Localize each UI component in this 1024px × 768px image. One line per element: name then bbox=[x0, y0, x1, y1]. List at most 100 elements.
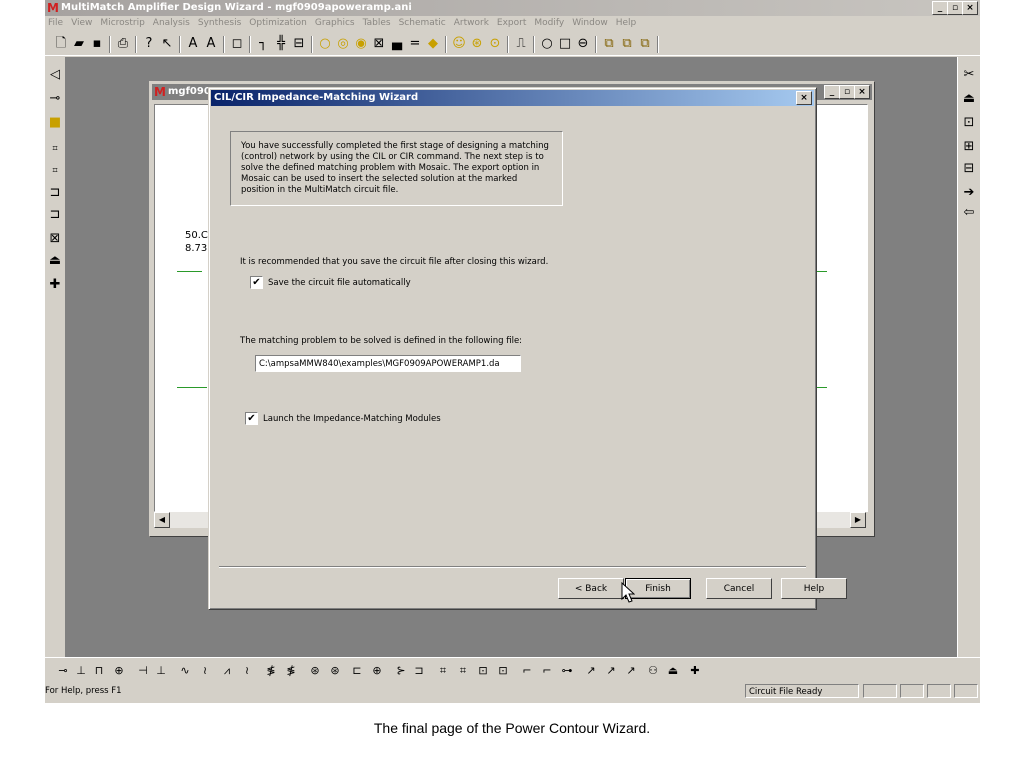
arrow-left-icon[interactable]: ⇦ bbox=[961, 205, 977, 221]
menu-help[interactable]: Help bbox=[613, 16, 642, 28]
minus-square-icon[interactable]: ⊟ bbox=[961, 161, 977, 177]
menu-view[interactable]: View bbox=[68, 16, 97, 28]
ground-icon[interactable]: ⌐ bbox=[519, 663, 535, 679]
square-icon[interactable]: □ bbox=[557, 36, 573, 52]
scissors-icon[interactable]: ✂ bbox=[961, 67, 977, 83]
cross-icon[interactable]: ✚ bbox=[47, 277, 63, 293]
coupler-icon[interactable]: ⊛ bbox=[307, 663, 323, 679]
menu-schematic[interactable]: Schematic bbox=[396, 16, 451, 28]
switch-icon[interactable]: ⊶ bbox=[559, 663, 575, 679]
dot-circle-icon[interactable]: ⊙ bbox=[487, 36, 503, 52]
diagonal-icon[interactable]: ↗ bbox=[583, 663, 599, 679]
x-box-icon[interactable]: ⊠ bbox=[371, 36, 387, 52]
inductor-series-icon[interactable]: ∿ bbox=[177, 663, 193, 679]
yellow-square-icon[interactable]: ■ bbox=[47, 115, 63, 131]
context-help-icon[interactable]: ↖ bbox=[159, 36, 175, 52]
element4-icon[interactable]: ⊐ bbox=[47, 207, 63, 223]
app-title-bar[interactable]: M MultiMatch Amplifier Design Wizard - m… bbox=[45, 0, 980, 16]
x-element-icon[interactable]: ⊠ bbox=[47, 231, 63, 247]
network3-icon[interactable]: ⊡ bbox=[475, 663, 491, 679]
menu-synthesis[interactable]: Synthesis bbox=[195, 16, 246, 28]
scroll-right-button[interactable]: ▶ bbox=[850, 512, 866, 528]
minimize-button[interactable]: _ bbox=[932, 1, 948, 15]
cross-element-icon[interactable]: ✚ bbox=[687, 663, 703, 679]
child-maximize-button[interactable]: ▫ bbox=[839, 85, 855, 99]
diagonal2-icon[interactable]: ↗ bbox=[603, 663, 619, 679]
maximize-button[interactable]: ▫ bbox=[947, 1, 963, 15]
menu-window[interactable]: Window bbox=[569, 16, 613, 28]
arrow-right-icon[interactable]: ➔ bbox=[961, 185, 977, 201]
child-minimize-button[interactable]: _ bbox=[824, 85, 840, 99]
save-icon[interactable]: ▪ bbox=[89, 36, 105, 52]
equal-icon[interactable]: = bbox=[407, 36, 423, 52]
bar-icon[interactable]: ▄ bbox=[389, 36, 405, 52]
plus-square-icon[interactable]: ⊞ bbox=[961, 139, 977, 155]
launch-modules-checkbox[interactable]: ✔ bbox=[245, 412, 258, 425]
network4-icon[interactable]: ⊡ bbox=[495, 663, 511, 679]
transistor2-icon[interactable]: ⊐ bbox=[411, 663, 427, 679]
line-element-icon[interactable]: ⊸ bbox=[55, 663, 71, 679]
menu-modify[interactable]: Modify bbox=[531, 16, 569, 28]
network2-icon[interactable]: ⌗ bbox=[455, 663, 471, 679]
menu-export[interactable]: Export bbox=[494, 16, 531, 28]
help-button[interactable]: Help bbox=[781, 578, 847, 599]
child-close-button[interactable]: × bbox=[854, 85, 870, 99]
two-port-icon[interactable]: ⊏ bbox=[349, 663, 365, 679]
capacitor-series-icon[interactable]: ⊣ bbox=[135, 663, 151, 679]
capacitor-shunt-icon[interactable]: ⊥ bbox=[153, 663, 169, 679]
ring-icon[interactable]: ○ bbox=[539, 36, 555, 52]
menu-tables[interactable]: Tables bbox=[360, 16, 396, 28]
network-icon[interactable]: ⌗ bbox=[435, 663, 451, 679]
cir-icon[interactable]: ⌗ bbox=[47, 163, 63, 179]
open-element-icon[interactable]: ⊕ bbox=[111, 663, 127, 679]
transformer-icon[interactable]: ≸ bbox=[263, 663, 279, 679]
back-button[interactable]: < Back bbox=[558, 578, 624, 599]
circle2-icon[interactable]: ◎ bbox=[335, 36, 351, 52]
close-button[interactable]: × bbox=[962, 1, 978, 15]
transformer2-icon[interactable]: ≸ bbox=[283, 663, 299, 679]
menu-microstrip[interactable]: Microstrip bbox=[97, 16, 149, 28]
inductor-shunt-icon[interactable]: ≀ bbox=[197, 663, 213, 679]
menu-artwork[interactable]: Artwork bbox=[451, 16, 494, 28]
stub-element-icon[interactable]: ⊓ bbox=[91, 663, 107, 679]
diagonal3-icon[interactable]: ↗ bbox=[623, 663, 639, 679]
help-icon[interactable]: ? bbox=[141, 36, 157, 52]
probe-icon[interactable]: ⚇ bbox=[645, 663, 661, 679]
dome-icon[interactable]: ⏏ bbox=[47, 253, 63, 269]
new-file-icon[interactable]: 🗋 bbox=[53, 36, 69, 52]
circle-icon[interactable]: ○ bbox=[317, 36, 333, 52]
dot-square-icon[interactable]: ⊡ bbox=[961, 115, 977, 131]
pulse-icon[interactable]: ⎍ bbox=[513, 36, 529, 52]
menu-analysis[interactable]: Analysis bbox=[150, 16, 195, 28]
shield-icon[interactable]: ◆ bbox=[425, 36, 441, 52]
dome-element-icon[interactable]: ⏏ bbox=[665, 663, 681, 679]
group-icon[interactable]: ⧉ bbox=[601, 36, 617, 52]
coupler2-icon[interactable]: ⊛ bbox=[327, 663, 343, 679]
text-a-icon[interactable]: A bbox=[185, 36, 201, 52]
smile-icon[interactable]: ☺ bbox=[451, 36, 467, 52]
menu-graphics[interactable]: Graphics bbox=[312, 16, 360, 28]
tee-element-icon[interactable]: ⊥ bbox=[73, 663, 89, 679]
port-icon[interactable]: ╬ bbox=[273, 36, 289, 52]
wizard-close-button[interactable]: × bbox=[796, 91, 812, 105]
transistor-icon[interactable]: ⊱ bbox=[393, 663, 409, 679]
box-icon[interactable]: ⊟ bbox=[291, 36, 307, 52]
element3-icon[interactable]: ⊐ bbox=[47, 185, 63, 201]
ground2-icon[interactable]: ⌐ bbox=[539, 663, 555, 679]
resistor-shunt-icon[interactable]: ≀ bbox=[239, 663, 255, 679]
element-icon[interactable]: ◁ bbox=[47, 67, 63, 83]
frame-icon[interactable]: ◻ bbox=[229, 36, 245, 52]
text-a2-icon[interactable]: A bbox=[203, 36, 219, 52]
two-port2-icon[interactable]: ⊕ bbox=[369, 663, 385, 679]
wizard-title-bar[interactable]: CIL/CIR Impedance-Matching Wizard × bbox=[211, 90, 814, 106]
problem-file-field[interactable]: C:\ampsaMMW840\examples\MGF0909APOWERAMP… bbox=[255, 355, 521, 372]
target-icon[interactable]: ◉ bbox=[353, 36, 369, 52]
menu-optimization[interactable]: Optimization bbox=[246, 16, 312, 28]
cancel-button[interactable]: Cancel bbox=[706, 578, 772, 599]
print-icon[interactable]: ⎙ bbox=[115, 36, 131, 52]
menu-file[interactable]: File bbox=[45, 16, 68, 28]
group2-icon[interactable]: ⧉ bbox=[619, 36, 635, 52]
resistor-series-icon[interactable]: ⩘ bbox=[219, 663, 235, 679]
s-circle-icon[interactable]: ⊛ bbox=[469, 36, 485, 52]
group3-icon[interactable]: ⧉ bbox=[637, 36, 653, 52]
